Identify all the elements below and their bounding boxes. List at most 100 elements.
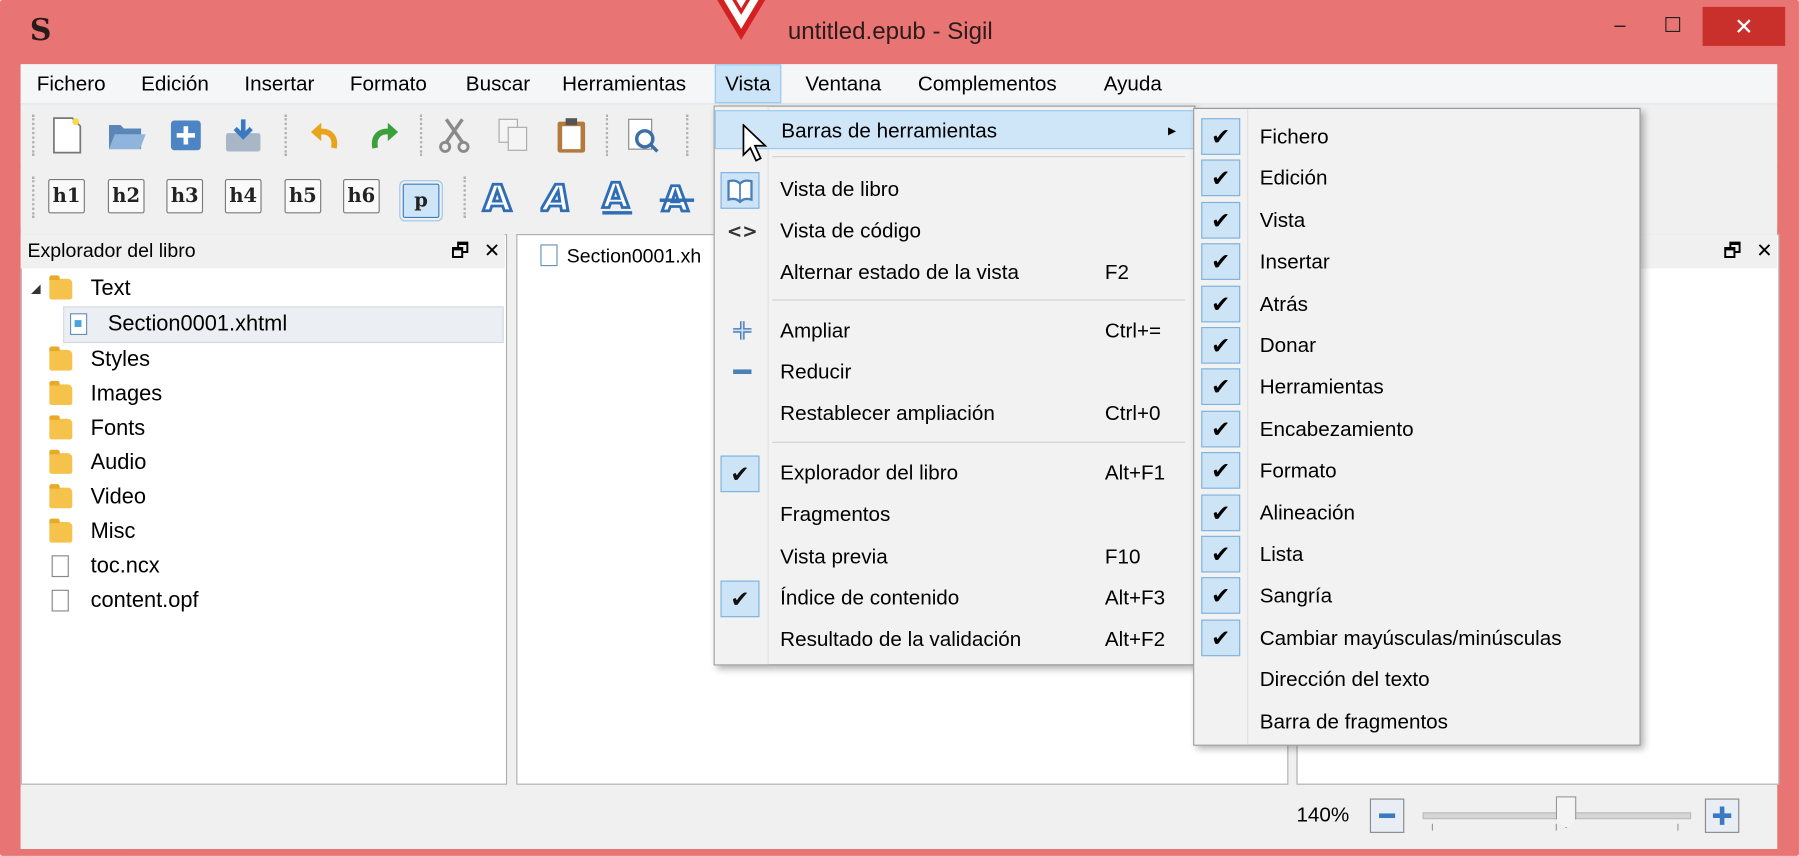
menu-buscar[interactable]: Buscar [457, 64, 540, 103]
file-icon [51, 589, 69, 612]
submenu-item-herramientas[interactable]: ✔ Herramientas [1194, 366, 1639, 407]
underline-icon[interactable]: A [597, 177, 638, 218]
editor-tab[interactable]: Section0001.xh [540, 235, 701, 279]
heading-2-button[interactable]: h2 [107, 178, 145, 214]
menu-item-toolbars[interactable]: Barras de herramientas ▸ [714, 110, 1195, 150]
tree-item-styles[interactable]: Styles [22, 343, 504, 377]
menu-vista[interactable]: Vista [714, 64, 781, 104]
tree-item-toc-ncx[interactable]: toc.ncx [22, 550, 504, 584]
paragraph-button[interactable]: p [399, 180, 443, 222]
menu-herramientas[interactable]: Herramientas [553, 64, 695, 103]
redo-icon[interactable] [365, 115, 406, 156]
submenu-item-fichero[interactable]: ✔ Fichero [1194, 116, 1639, 157]
menu-item-toc[interactable]: ✔ Índice de contenido Alt+F3 [715, 578, 1195, 618]
menu-item-book-browser[interactable]: ✔ Explorador del libro Alt+F1 [715, 453, 1195, 493]
check-icon: ✔ [1201, 118, 1241, 155]
menu-item-zoom-in[interactable]: Ampliar Ctrl+= [715, 311, 1195, 350]
submenu-arrow-icon: ▸ [1167, 121, 1177, 140]
menu-complementos[interactable]: Complementos [909, 64, 1066, 103]
menu-item-clips[interactable]: Fragmentos [715, 494, 1195, 533]
heading-3-button[interactable]: h3 [166, 178, 204, 214]
submenu-item-insertar[interactable]: ✔ Insertar [1194, 241, 1639, 282]
submenu-item-label: Alineación [1259, 501, 1356, 525]
new-file-icon[interactable] [46, 115, 87, 156]
float-panel-icon[interactable]: 🗗 [451, 240, 469, 262]
submenu-item-lista[interactable]: ✔ Lista [1194, 533, 1639, 574]
open-folder-icon[interactable] [106, 115, 147, 156]
menu-item-code-view[interactable]: <> Vista de código [715, 211, 1195, 250]
menu-separator [772, 441, 1186, 443]
save-icon[interactable] [223, 115, 264, 156]
menu-separator [772, 299, 1186, 301]
menu-item-book-view[interactable]: Vista de libro [715, 170, 1195, 209]
folder-icon [49, 380, 73, 405]
submenu-item-vista[interactable]: ✔ Vista [1194, 200, 1639, 241]
menu-item-zoom-reset[interactable]: Restablecer ampliación Ctrl+0 [715, 394, 1195, 433]
menu-fichero[interactable]: Fichero [28, 64, 115, 103]
menu-ayuda[interactable]: Ayuda [1095, 64, 1172, 103]
italic-icon[interactable]: A [539, 177, 580, 218]
heading-4-button[interactable]: h4 [224, 178, 262, 214]
submenu-item-label: Sangría [1259, 583, 1333, 607]
menu-item-toggle-view[interactable]: Alternar estado de la vista F2 [715, 252, 1195, 291]
menu-formato[interactable]: Formato [341, 64, 436, 103]
tree-item-fonts[interactable]: Fonts [22, 412, 504, 446]
heading-6-button[interactable]: h6 [343, 178, 380, 214]
submenu-item-alineacion[interactable]: ✔ Alineación [1194, 492, 1639, 533]
xhtml-file-icon [69, 313, 88, 336]
submenu-item-atras[interactable]: ✔ Atrás [1194, 283, 1639, 324]
paste-icon[interactable] [551, 115, 592, 156]
menu-bar: Fichero Edición Insertar Formato Buscar … [20, 64, 1778, 105]
submenu-item-sangria[interactable]: ✔ Sangría [1194, 575, 1639, 616]
cut-icon[interactable] [434, 115, 475, 156]
check-icon: ✔ [1201, 201, 1241, 239]
menu-item-zoom-out[interactable]: Reducir [715, 352, 1195, 391]
tree-item-misc[interactable]: Misc [22, 515, 504, 549]
menu-ventana[interactable]: Ventana [796, 64, 890, 103]
tree-item-content-opf[interactable]: content.opf [22, 584, 504, 618]
menu-item-shortcut: Ctrl+= [1104, 318, 1162, 342]
add-file-icon[interactable] [165, 115, 206, 156]
copy-icon[interactable] [493, 115, 534, 156]
slider-tick [1555, 823, 1557, 831]
submenu-item-formato[interactable]: ✔ Formato [1194, 450, 1639, 491]
tree-item-section0001[interactable]: Section0001.xhtml [63, 306, 504, 344]
zoom-in-button[interactable] [1704, 798, 1740, 833]
submenu-item-donar[interactable]: ✔ Donar [1194, 325, 1639, 366]
close-panel-icon[interactable]: ✕ [1756, 240, 1772, 262]
maximize-button[interactable]: ☐ [1648, 7, 1698, 46]
zoom-slider-thumb[interactable] [1555, 796, 1577, 829]
heading-1-button[interactable]: h1 [48, 178, 85, 214]
file-icon [51, 555, 69, 578]
float-panel-icon[interactable]: 🗗 [1723, 240, 1741, 262]
menu-insertar[interactable]: Insertar [235, 64, 323, 103]
tree-item-images[interactable]: Images [22, 377, 504, 411]
bold-icon[interactable]: A [480, 177, 521, 218]
print-preview-icon[interactable] [622, 115, 663, 156]
submenu-item-text-direction[interactable]: Dirección del texto [1194, 659, 1639, 700]
menu-item-preview[interactable]: Vista previa F10 [715, 537, 1195, 576]
tree-item-text[interactable]: ◢ Text [22, 272, 504, 306]
zoom-out-button[interactable] [1369, 798, 1405, 833]
strikethrough-icon[interactable]: A [656, 177, 697, 218]
submenu-item-label: Formato [1259, 458, 1337, 482]
menu-item-validation[interactable]: Resultado de la validación Alt+F2 [715, 620, 1195, 659]
tree-item-video[interactable]: Video [22, 481, 504, 515]
check-icon: ✔ [1201, 368, 1241, 405]
submenu-item-edicion[interactable]: ✔ Edición [1194, 157, 1639, 198]
menu-item-label: Alternar estado de la vista [780, 260, 1019, 284]
submenu-item-label: Encabezamiento [1259, 417, 1414, 441]
tree-item-audio[interactable]: Audio [22, 446, 504, 480]
minimize-button[interactable]: ‒ [1595, 7, 1645, 46]
submenu-item-encabezamiento[interactable]: ✔ Encabezamiento [1194, 408, 1639, 449]
undo-icon[interactable] [303, 115, 344, 156]
check-icon: ✔ [1201, 159, 1241, 197]
submenu-item-case[interactable]: ✔ Cambiar mayúsculas/minúsculas [1194, 617, 1639, 658]
submenu-item-clip-bar[interactable]: Barra de fragmentos [1194, 701, 1639, 742]
menu-edicion[interactable]: Edición [132, 64, 218, 103]
close-panel-icon[interactable]: ✕ [484, 240, 500, 262]
close-button[interactable]: ✕ [1702, 6, 1786, 46]
expand-arrow-icon[interactable]: ◢ [31, 272, 41, 306]
heading-5-button[interactable]: h5 [284, 178, 322, 214]
code-view-icon: <> [726, 219, 758, 242]
